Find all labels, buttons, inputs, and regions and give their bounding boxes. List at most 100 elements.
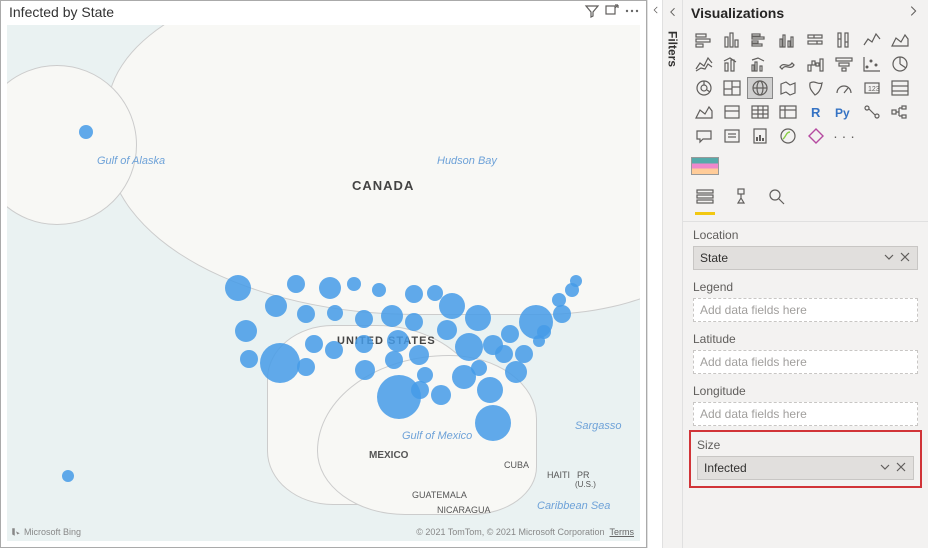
map-bubble (235, 320, 257, 342)
viz-type-key-influencers[interactable] (859, 101, 885, 123)
map-bubble (475, 405, 511, 441)
viz-type-scatter[interactable] (859, 53, 885, 75)
viz-type-line-clustered-column[interactable] (747, 53, 773, 75)
focus-mode-icon[interactable] (604, 3, 620, 22)
map-bubble (431, 385, 451, 405)
viz-type-stacked-bar[interactable] (691, 29, 717, 51)
report-visual[interactable]: Infected by State Gulf of Alaska Hudson … (0, 0, 647, 548)
map-bubble (533, 335, 545, 347)
visual-header: Infected by State (1, 1, 646, 25)
format-tab[interactable] (731, 187, 751, 215)
chevron-left-icon[interactable] (667, 6, 679, 21)
visualizations-title: Visualizations (691, 5, 906, 21)
viz-type-multi-row-card[interactable] (887, 77, 913, 99)
field-label-latitude: Latitude (683, 326, 928, 348)
viz-type-area[interactable] (887, 29, 913, 51)
field-well-legend[interactable]: Add data fields here (693, 298, 918, 322)
viz-type-clustered-bar[interactable] (747, 29, 773, 51)
map-bubble (225, 275, 251, 301)
viz-type-line-stacked-column[interactable] (719, 53, 745, 75)
remove-field-icon[interactable] (895, 461, 907, 476)
water-label-gulf-mexico: Gulf of Mexico (402, 430, 472, 442)
field-value: Infected (704, 461, 747, 475)
fields-tab[interactable] (695, 187, 715, 215)
viz-type-pie[interactable] (887, 53, 913, 75)
map-bubble (297, 358, 315, 376)
viz-type-line[interactable] (859, 29, 885, 51)
map-bubble (381, 305, 403, 327)
map-attribution-right: © 2021 TomTom, © 2021 Microsoft Corporat… (416, 527, 634, 537)
viz-type-paginated[interactable] (747, 125, 773, 147)
chevron-left-icon[interactable] (651, 4, 661, 18)
visualizations-pane: Visualizations 123 R Py (683, 0, 928, 548)
map-bubble (501, 325, 519, 343)
map-bubble (552, 293, 566, 307)
field-label-longitude: Longitude (683, 378, 928, 400)
viz-type-get-more[interactable]: · · · (831, 125, 857, 147)
viz-type-100-stacked-column[interactable] (831, 29, 857, 51)
viz-type-shape-map[interactable] (803, 77, 829, 99)
water-label-caribbean: Caribbean Sea (537, 500, 610, 512)
map-bubble (355, 335, 373, 353)
viz-type-r-visual[interactable]: R (803, 101, 829, 123)
visualization-gallery: 123 R Py · · · (683, 29, 928, 147)
viz-type-slicer[interactable] (719, 101, 745, 123)
map-bubble (570, 275, 582, 287)
terms-link[interactable]: Terms (610, 527, 635, 537)
map-bubble (79, 125, 93, 139)
viz-type-ribbon[interactable] (775, 53, 801, 75)
viz-type-waterfall[interactable] (803, 53, 829, 75)
country-label-cuba: CUBA (504, 460, 529, 470)
map-bubble (515, 345, 533, 363)
filter-icon[interactable] (584, 3, 600, 22)
map-bubble (327, 305, 343, 321)
field-value: State (700, 251, 728, 265)
viz-type-card[interactable]: 123 (859, 77, 885, 99)
country-label-canada: CANADA (352, 178, 414, 193)
field-well-longitude[interactable]: Add data fields here (693, 402, 918, 426)
map-bubble (287, 275, 305, 293)
viz-type-treemap[interactable] (719, 77, 745, 99)
field-well-size[interactable]: Infected (697, 456, 914, 480)
country-label-pr: PR (577, 470, 590, 480)
country-label-haiti: HAITI (547, 470, 570, 480)
country-label-mexico: MEXICO (369, 450, 408, 461)
viz-type-map[interactable] (747, 77, 773, 99)
viz-type-arcgis[interactable] (775, 125, 801, 147)
size-field-highlight: Size Infected (689, 430, 922, 488)
map-bubble (405, 313, 423, 331)
map-canvas[interactable]: Gulf of Alaska Hudson Bay Gulf of Mexico… (7, 25, 640, 541)
chevron-down-icon[interactable] (879, 461, 891, 476)
viz-type-stacked-area[interactable] (691, 53, 717, 75)
map-bubble (325, 341, 343, 359)
viz-type-gauge[interactable] (831, 77, 857, 99)
viz-type-kpi[interactable] (691, 101, 717, 123)
svg-text:Py: Py (835, 106, 850, 120)
more-options-icon[interactable] (624, 3, 640, 22)
canvas-gap (647, 0, 663, 548)
viz-type-donut[interactable] (691, 77, 717, 99)
viz-type-power-apps[interactable] (803, 125, 829, 147)
analytics-tab[interactable] (767, 187, 787, 215)
country-label-pr-sub: (U.S.) (575, 480, 596, 489)
viz-type-stacked-column[interactable] (719, 29, 745, 51)
viz-type-python-visual[interactable]: Py (831, 101, 857, 123)
remove-field-icon[interactable] (899, 251, 911, 266)
viz-type-narrative[interactable] (719, 125, 745, 147)
map-bubble (495, 345, 513, 363)
viz-type-filled-map[interactable] (775, 77, 801, 99)
viz-type-matrix[interactable] (775, 101, 801, 123)
filters-pane-collapsed[interactable]: Filters (663, 0, 683, 548)
viz-type-qa[interactable] (691, 125, 717, 147)
chevron-down-icon[interactable] (883, 251, 895, 266)
viz-type-100-stacked-bar[interactable] (803, 29, 829, 51)
viz-type-funnel[interactable] (831, 53, 857, 75)
chevron-right-icon[interactable] (906, 4, 920, 21)
field-well-latitude[interactable]: Add data fields here (693, 350, 918, 374)
viz-type-decomposition-tree[interactable] (887, 101, 913, 123)
water-label-sargasso: Sargasso (575, 420, 621, 432)
viz-type-table[interactable] (747, 101, 773, 123)
field-label-location: Location (683, 222, 928, 244)
viz-type-clustered-column[interactable] (775, 29, 801, 51)
field-well-location[interactable]: State (693, 246, 918, 270)
